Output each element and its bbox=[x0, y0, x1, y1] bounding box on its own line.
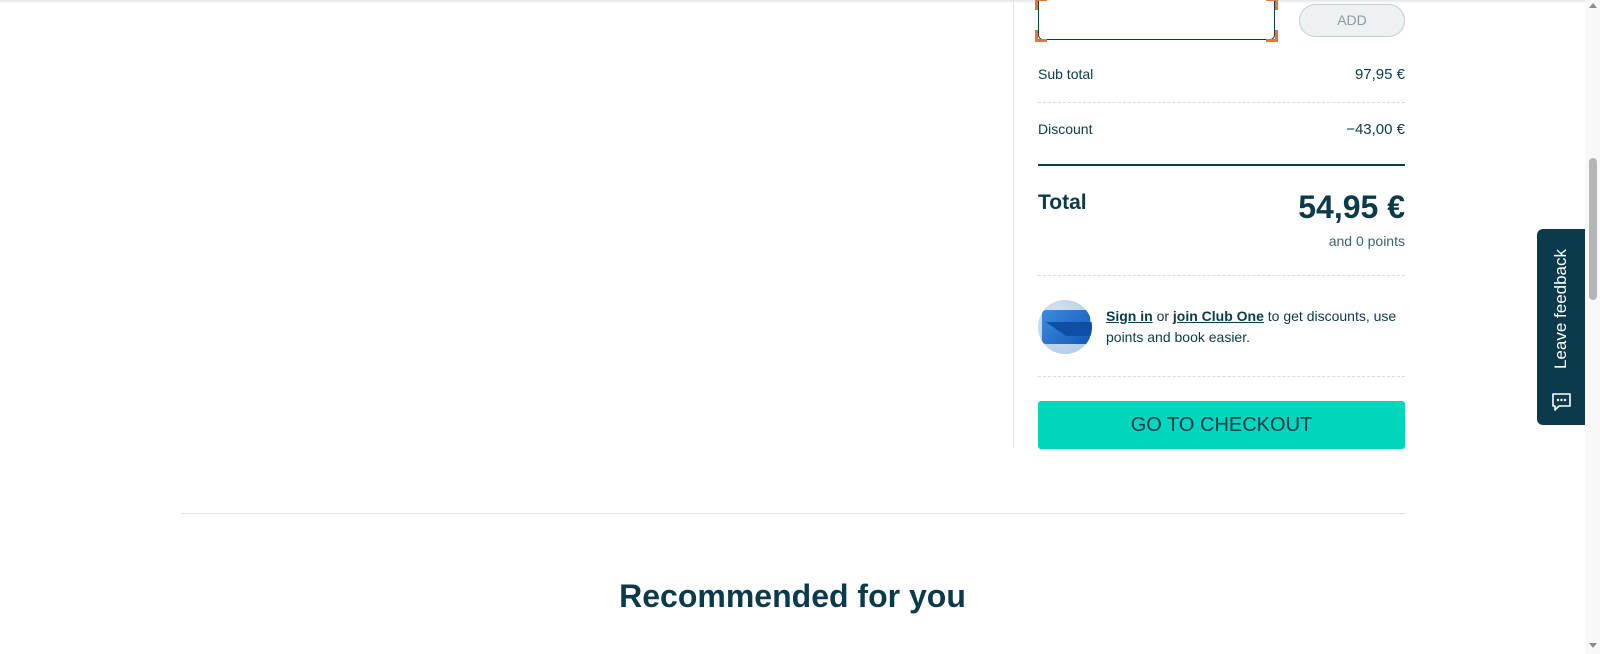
sign-in-link[interactable]: Sign in bbox=[1106, 308, 1153, 324]
subtotal-value: 97,95 € bbox=[1354, 66, 1405, 83]
page-scrollbar[interactable] bbox=[1585, 0, 1600, 654]
club-one-card-icon bbox=[1038, 300, 1092, 354]
total-divider bbox=[1038, 164, 1405, 166]
divider bbox=[1038, 376, 1405, 377]
chat-icon bbox=[1552, 393, 1571, 411]
scroll-down-arrow-icon[interactable] bbox=[1589, 643, 1597, 648]
total-label: Total bbox=[1038, 191, 1087, 214]
feedback-label: Leave feedback bbox=[1551, 248, 1570, 370]
divider bbox=[1038, 102, 1405, 103]
scroll-thumb[interactable] bbox=[1589, 158, 1597, 300]
scroll-up-arrow-icon[interactable] bbox=[1589, 3, 1597, 8]
section-divider bbox=[181, 513, 1405, 514]
voucher-code-input[interactable] bbox=[1038, 0, 1275, 40]
subtotal-label: Sub total bbox=[1038, 66, 1094, 82]
points-text: and 0 points bbox=[1328, 233, 1405, 249]
club-one-promo: Sign in or join Club One to get discount… bbox=[1106, 306, 1406, 348]
go-to-checkout-button[interactable]: GO TO CHECKOUT bbox=[1038, 401, 1405, 449]
total-value: 54,95 € bbox=[1298, 189, 1405, 225]
focus-corner bbox=[1035, 0, 1047, 10]
focus-corner bbox=[1266, 30, 1278, 42]
focus-corner bbox=[1035, 30, 1047, 42]
divider bbox=[1038, 275, 1405, 276]
focus-corner bbox=[1266, 0, 1278, 10]
or-text: or bbox=[1156, 308, 1170, 324]
recommended-title: Recommended for you bbox=[619, 578, 966, 614]
add-voucher-button[interactable]: ADD bbox=[1299, 4, 1405, 37]
join-club-one-link[interactable]: join Club One bbox=[1173, 308, 1264, 324]
column-divider bbox=[1013, 0, 1014, 448]
discount-label: Discount bbox=[1038, 121, 1093, 137]
leave-feedback-tab[interactable]: Leave feedback bbox=[1537, 229, 1586, 425]
discount-value: −43,00 € bbox=[1346, 121, 1405, 138]
